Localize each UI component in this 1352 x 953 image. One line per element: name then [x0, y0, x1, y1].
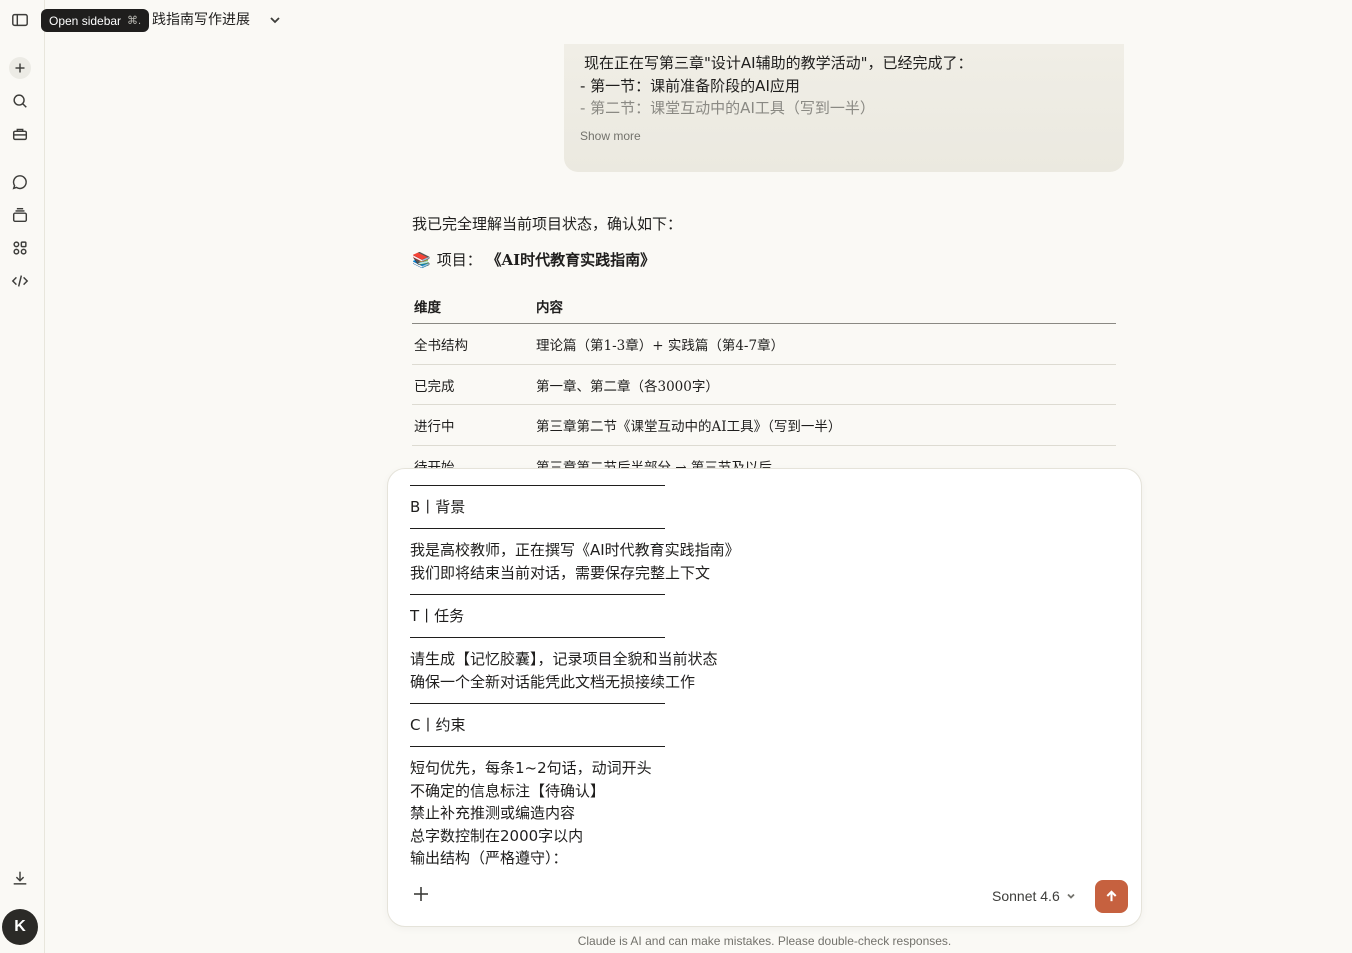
model-name: Sonnet 4.6 [992, 888, 1060, 904]
user-message-line: - 第二节：课堂互动中的AI工具（写到一半） [580, 99, 875, 117]
chevron-down-icon [1067, 893, 1075, 899]
message-composer[interactable]: B丨背景 我是高校教师，正在撰写《AI时代教育实践指南》 我们即将结束当前对话，… [387, 468, 1142, 927]
sidebar-rail: K [0, 0, 45, 953]
composer-line: 短句优先，每条1~2句话，动词开头 [410, 759, 652, 777]
disclaimer: Claude is AI and can make mistakes. Plea… [577, 934, 952, 948]
tooltip-label: Open sidebar [49, 13, 122, 28]
table-header-row: 维度 内容 [412, 288, 1116, 324]
table-cell: 已完成 [414, 378, 455, 395]
download-icon[interactable] [10, 868, 30, 888]
chat-title[interactable]: 践指南写作进展 [152, 9, 250, 29]
user-message-line: - 第一节：课前准备阶段的AI应用 [580, 76, 800, 95]
divider [410, 528, 665, 529]
table-row: 已完成 第一章、第二章（各3000字） [412, 365, 1116, 406]
assistant-intro: 我已完全理解当前项目状态，确认如下： [412, 215, 683, 233]
user-message-bubble: 现在正在写第三章"设计AI辅助的教学活动"，已经完成了： - 第一节：课前准备阶… [564, 44, 1124, 172]
assistant-project-line: 📚 项目： 《AI时代教育实践指南》 [412, 249, 1116, 271]
search-icon[interactable] [10, 91, 30, 111]
table-row: 待开始 第三章第二节后半部分 → 第三节及以后 [412, 446, 1116, 470]
composer-line: 请生成【记忆胶囊】，记录项目全貌和当前状态 [410, 650, 718, 668]
code-icon[interactable] [10, 271, 30, 291]
arrow-up-icon [1106, 890, 1117, 902]
projects-icon[interactable] [10, 205, 30, 225]
composer-input[interactable]: B丨背景 我是高校教师，正在撰写《AI时代教育实践指南》 我们即将结束当前对话，… [410, 475, 1110, 865]
composer-line: 禁止补充推测或编造内容 [410, 804, 576, 822]
project-name: 《AI时代教育实践指南》 [486, 251, 656, 269]
table-cell: 进行中 [414, 419, 455, 436]
section-c-title: C丨约束 [410, 716, 466, 734]
table-row: 进行中 第三章第二节《课堂互动中的AI工具》（写到一半） [412, 405, 1116, 447]
artifacts-icon[interactable] [10, 238, 30, 258]
book-icon: 📚 [412, 251, 431, 269]
show-more-button[interactable]: Show more [580, 129, 1108, 143]
chevron-down-icon[interactable] [268, 12, 282, 26]
composer-line: 确保一个全新对话能凭此文档无损接续工作 [410, 672, 696, 691]
new-chat-icon[interactable] [9, 57, 31, 79]
sidebar-toggle-icon[interactable] [10, 10, 30, 30]
send-button[interactable] [1095, 880, 1128, 913]
divider [410, 637, 665, 638]
avatar[interactable]: K [2, 909, 38, 945]
section-t-title: T丨任务 [410, 607, 465, 625]
chats-icon[interactable] [10, 172, 30, 192]
table-cell: 第一章、第二章（各3000字） [536, 378, 719, 395]
table-cell: 理论篇（第1-3章）+ 实践篇（第4-7章） [536, 337, 785, 354]
user-message-line: 现在正在写第三章"设计AI辅助的教学活动"，已经完成了： [584, 54, 973, 72]
table-header-cell: 内容 [536, 299, 563, 316]
table-header-cell: 维度 [414, 299, 441, 316]
status-table: 维度 内容 全书结构 理论篇（第1-3章）+ 实践篇（第4-7章） 已完成 第一… [412, 288, 1116, 470]
table-row: 全书结构 理论篇（第1-3章）+ 实践篇（第4-7章） [412, 324, 1116, 365]
table-cell: 第三章第二节《课堂互动中的AI工具》（写到一半） [536, 419, 842, 436]
model-selector[interactable]: Sonnet 4.6 [992, 885, 1076, 907]
add-attachment-button[interactable] [412, 885, 432, 905]
composer-line: 输出结构（严格遵守）： [410, 849, 568, 865]
open-sidebar-tooltip: Open sidebar ⌘. [41, 9, 150, 32]
composer-line: 我们即将结束当前对话，需要保存完整上下文 [410, 563, 711, 582]
table-cell: 全书结构 [414, 337, 468, 354]
project-label: 项目： [436, 251, 482, 269]
divider [410, 703, 665, 704]
composer-line: 不确定的信息标注【待确认】 [410, 781, 606, 800]
toolbox-icon[interactable] [10, 124, 30, 144]
divider [410, 485, 665, 486]
section-b-title: B丨背景 [410, 498, 466, 516]
divider [410, 594, 665, 595]
composer-line: 我是高校教师，正在撰写《AI时代教育实践指南》 [410, 541, 740, 559]
tooltip-shortcut: ⌘. [127, 15, 142, 27]
plus-icon [414, 887, 428, 901]
divider [410, 746, 665, 747]
composer-line: 总字数控制在2000字以内 [410, 826, 584, 845]
